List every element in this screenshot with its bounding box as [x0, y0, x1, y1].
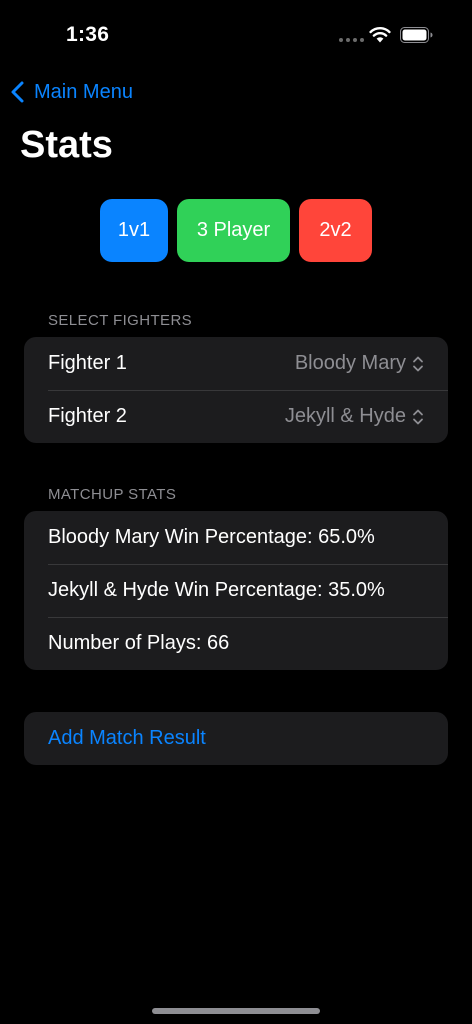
- fighter-1-value-wrap: Bloody Mary: [295, 352, 424, 375]
- mode-3-player-button[interactable]: 3 Player: [177, 199, 290, 262]
- cellular-signal-icon: [339, 38, 364, 42]
- back-button[interactable]: Main Menu: [10, 78, 133, 106]
- select-fighters-group: Fighter 1 Bloody Mary Fighter 2 Jekyll &…: [24, 337, 448, 443]
- page-title: Stats: [20, 124, 113, 166]
- status-bar: 1:36: [0, 0, 472, 70]
- home-indicator: [152, 1008, 320, 1014]
- back-button-label: Main Menu: [34, 80, 133, 103]
- fighter-2-label: Fighter 2: [48, 405, 127, 427]
- fighter-1-picker[interactable]: Fighter 1 Bloody Mary: [24, 337, 448, 390]
- mode-1v1-button[interactable]: 1v1: [100, 199, 168, 262]
- fighter-2-value-wrap: Jekyll & Hyde: [285, 405, 424, 428]
- chevron-up-down-icon: [413, 356, 423, 371]
- add-match-result-button[interactable]: Add Match Result: [24, 712, 448, 765]
- fighter-1-label: Fighter 1: [48, 352, 127, 374]
- fighter-1-value: Bloody Mary: [294, 352, 406, 374]
- matchup-stats-header: MATCHUP STATS: [48, 486, 177, 503]
- wifi-icon: [369, 27, 391, 43]
- actions-group: Add Match Result: [24, 712, 448, 765]
- mode-2v2-button[interactable]: 2v2: [299, 199, 372, 262]
- chevron-up-down-icon: [413, 409, 423, 424]
- stat-row-fighter-2-win: Jekyll & Hyde Win Percentage: 35.0%: [24, 564, 448, 617]
- chevron-left-icon: [11, 81, 24, 103]
- stat-row-plays: Number of Plays: 66: [24, 617, 448, 670]
- stat-row-fighter-1-win: Bloody Mary Win Percentage: 65.0%: [48, 526, 375, 548]
- battery-icon: [400, 27, 433, 43]
- fighter-2-value: Jekyll & Hyde: [284, 405, 406, 427]
- matchup-stats-group: Bloody Mary Win Percentage: 65.0% Jekyll…: [24, 511, 448, 670]
- select-fighters-header: SELECT FIGHTERS: [48, 312, 193, 329]
- status-time: 1:36: [66, 23, 110, 46]
- mode-selector: 1v1 3 Player 2v2: [0, 199, 472, 262]
- fighter-2-picker[interactable]: Fighter 2 Jekyll & Hyde: [24, 390, 448, 443]
